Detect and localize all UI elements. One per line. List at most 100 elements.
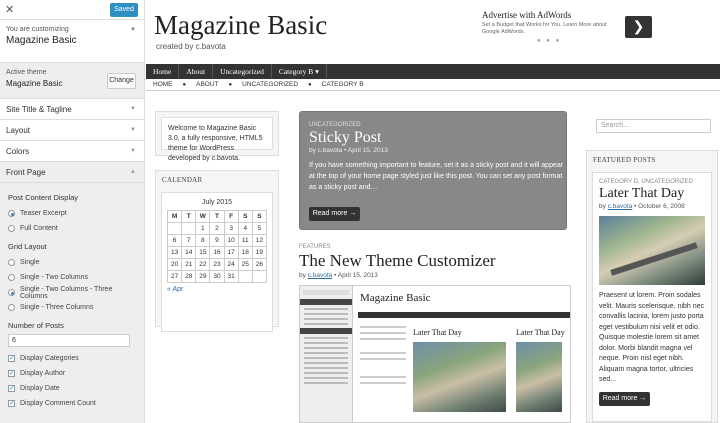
screenshot-line (304, 362, 348, 364)
radio-button[interactable] (8, 259, 15, 266)
section-label: Colors (6, 147, 30, 156)
section-label: Layout (6, 126, 31, 135)
subnav-item-about[interactable]: ABOUT (196, 81, 218, 88)
screenshot-line (304, 342, 348, 344)
checkbox[interactable]: ✓ (8, 400, 15, 407)
section-front-page[interactable]: Front Page ▲ (0, 162, 144, 183)
customizer-info[interactable]: You are customizing Magazine Basic ▼ (0, 20, 144, 63)
screenshot-title: Magazine Basic (360, 292, 431, 304)
screenshot-post-title: Later That Day (516, 328, 565, 337)
calendar-week: 27 28 29 30 31 (166, 270, 268, 283)
calendar-day (237, 270, 253, 283)
checkbox-display-comment-count[interactable]: ✓ Display Comment Count (8, 396, 136, 411)
calendar-weekday: S (237, 210, 253, 223)
section-colors[interactable]: Colors ▼ (0, 141, 144, 162)
separator-dot-icon: ● (308, 81, 312, 88)
read-more-button[interactable]: Read more → (309, 207, 360, 221)
post-category[interactable]: FEATURES (299, 244, 569, 250)
radio-single-two-three-columns[interactable]: Single - Two Columns - Three Columns (8, 285, 136, 300)
radio-button[interactable] (8, 225, 15, 232)
screenshot-line (304, 367, 348, 369)
post-thumbnail[interactable] (599, 216, 705, 285)
featured-post: FEATURES The New Theme Customizer by c.b… (299, 244, 569, 279)
screenshot-text (360, 326, 406, 328)
checkbox[interactable]: ✓ (8, 370, 15, 377)
calendar-day: 20 (166, 258, 183, 271)
section-layout[interactable]: Layout ▼ (0, 120, 144, 141)
checkbox-display-author[interactable]: ✓ Display Author (8, 366, 136, 381)
number-of-posts-title: Number of Posts (8, 321, 64, 330)
nav-item-category-b[interactable]: Category B ▾ (272, 64, 327, 79)
post-category[interactable]: UNCATEGORIZED (309, 122, 361, 128)
calendar-week: 12345 (166, 222, 268, 235)
screenshot-post-title: Later That Day (413, 328, 462, 337)
site-title[interactable]: Magazine Basic (154, 10, 327, 41)
post-date: • October 6, 2008 (634, 203, 685, 210)
chevron-down-icon: ▾ (315, 67, 319, 76)
nav-item-about[interactable]: About (179, 64, 214, 79)
radio-full-content[interactable]: Full Content (8, 221, 136, 236)
calendar-weekday: T (209, 210, 225, 223)
screenshot-line (304, 377, 348, 379)
author-link[interactable]: c.bavota (308, 272, 333, 279)
subnav-item-category-b[interactable]: CATEGORY B (322, 81, 364, 88)
saved-button[interactable]: Saved (110, 3, 138, 17)
post-content-display-title: Post Content Display (8, 193, 79, 202)
calendar-day: 25 (237, 258, 253, 271)
thumbnail-road (610, 242, 698, 276)
nav-item-home[interactable]: Home (146, 64, 180, 79)
checkbox[interactable]: ✓ (8, 355, 15, 362)
carousel-dots[interactable]: ● ● ● (537, 38, 561, 44)
radio-single[interactable]: Single (8, 255, 136, 270)
search-input[interactable]: Search… (596, 119, 711, 133)
subnav-item-home[interactable]: HOME (153, 81, 173, 88)
change-theme-button[interactable]: Change (107, 73, 136, 89)
radio-button[interactable] (8, 289, 15, 296)
checkbox[interactable]: ✓ (8, 385, 15, 392)
grid-layout-title: Grid Layout (8, 242, 47, 251)
screenshot-line (304, 357, 348, 359)
checkbox-display-categories[interactable]: ✓ Display Categories (8, 351, 136, 366)
calendar-day: 19 (251, 246, 268, 259)
checkbox-label: Display Date (20, 385, 60, 392)
radio-label: Single (20, 259, 40, 266)
calendar-weekday: W (195, 210, 211, 223)
post-category[interactable]: CATEGORY D, UNCATEGORIZED (599, 179, 705, 185)
calendar-prev-link[interactable]: « Apr (167, 286, 267, 293)
calendar-day: 31 (223, 270, 239, 283)
post-meta: by c.bavota • April 15, 2013 (299, 272, 569, 279)
number-of-posts-input[interactable]: 6 (8, 334, 130, 347)
calendar-day: 14 (181, 246, 197, 259)
author-link[interactable]: c.bavota (608, 203, 633, 210)
post-title[interactable]: Later That Day (599, 186, 705, 202)
radio-button[interactable] (8, 210, 15, 217)
screenshot-bar (300, 328, 352, 334)
radio-single-two-columns[interactable]: Single - Two Columns (8, 270, 136, 285)
subnav-item-uncategorized[interactable]: UNCATEGORIZED (242, 81, 298, 88)
calendar-day: 15 (195, 246, 211, 259)
close-icon[interactable]: ✕ (5, 3, 14, 16)
read-more-button[interactable]: Read more → (599, 391, 650, 406)
screenshot-text (360, 358, 406, 360)
checkbox-display-date[interactable]: ✓ Display Date (8, 381, 136, 396)
chevron-down-icon[interactable]: ▼ (130, 27, 136, 33)
screenshot-line (304, 337, 348, 339)
section-site-title[interactable]: Site Title & Tagline ▼ (0, 99, 144, 120)
secondary-nav: HOME ● ABOUT ● UNCATEGORIZED ● CATEGORY … (146, 79, 720, 91)
calendar-day: 26 (251, 258, 268, 271)
calendar-day: 18 (237, 246, 253, 259)
customizer-header: ✕ Saved (0, 0, 144, 20)
radio-button[interactable] (8, 304, 15, 311)
radio-teaser-excerpt[interactable]: Teaser Excerpt (8, 206, 136, 221)
calendar-day: 4 (237, 222, 253, 235)
post-title[interactable]: The New Theme Customizer (299, 251, 569, 271)
nav-item-uncategorized[interactable]: Uncategorized (213, 64, 272, 79)
widget-heading: FEATURED POSTS (593, 156, 656, 164)
ad-banner[interactable]: Advertise with AdWords Set a Budget that… (482, 10, 668, 48)
chevron-right-icon[interactable]: ❯ (625, 16, 652, 38)
screenshot-line (304, 347, 348, 349)
radio-button[interactable] (8, 274, 15, 281)
post-title[interactable]: Sticky Post (309, 129, 381, 147)
nav-item-label: Category B (278, 67, 314, 76)
radio-single-three-columns[interactable]: Single - Three Columns (8, 300, 136, 315)
